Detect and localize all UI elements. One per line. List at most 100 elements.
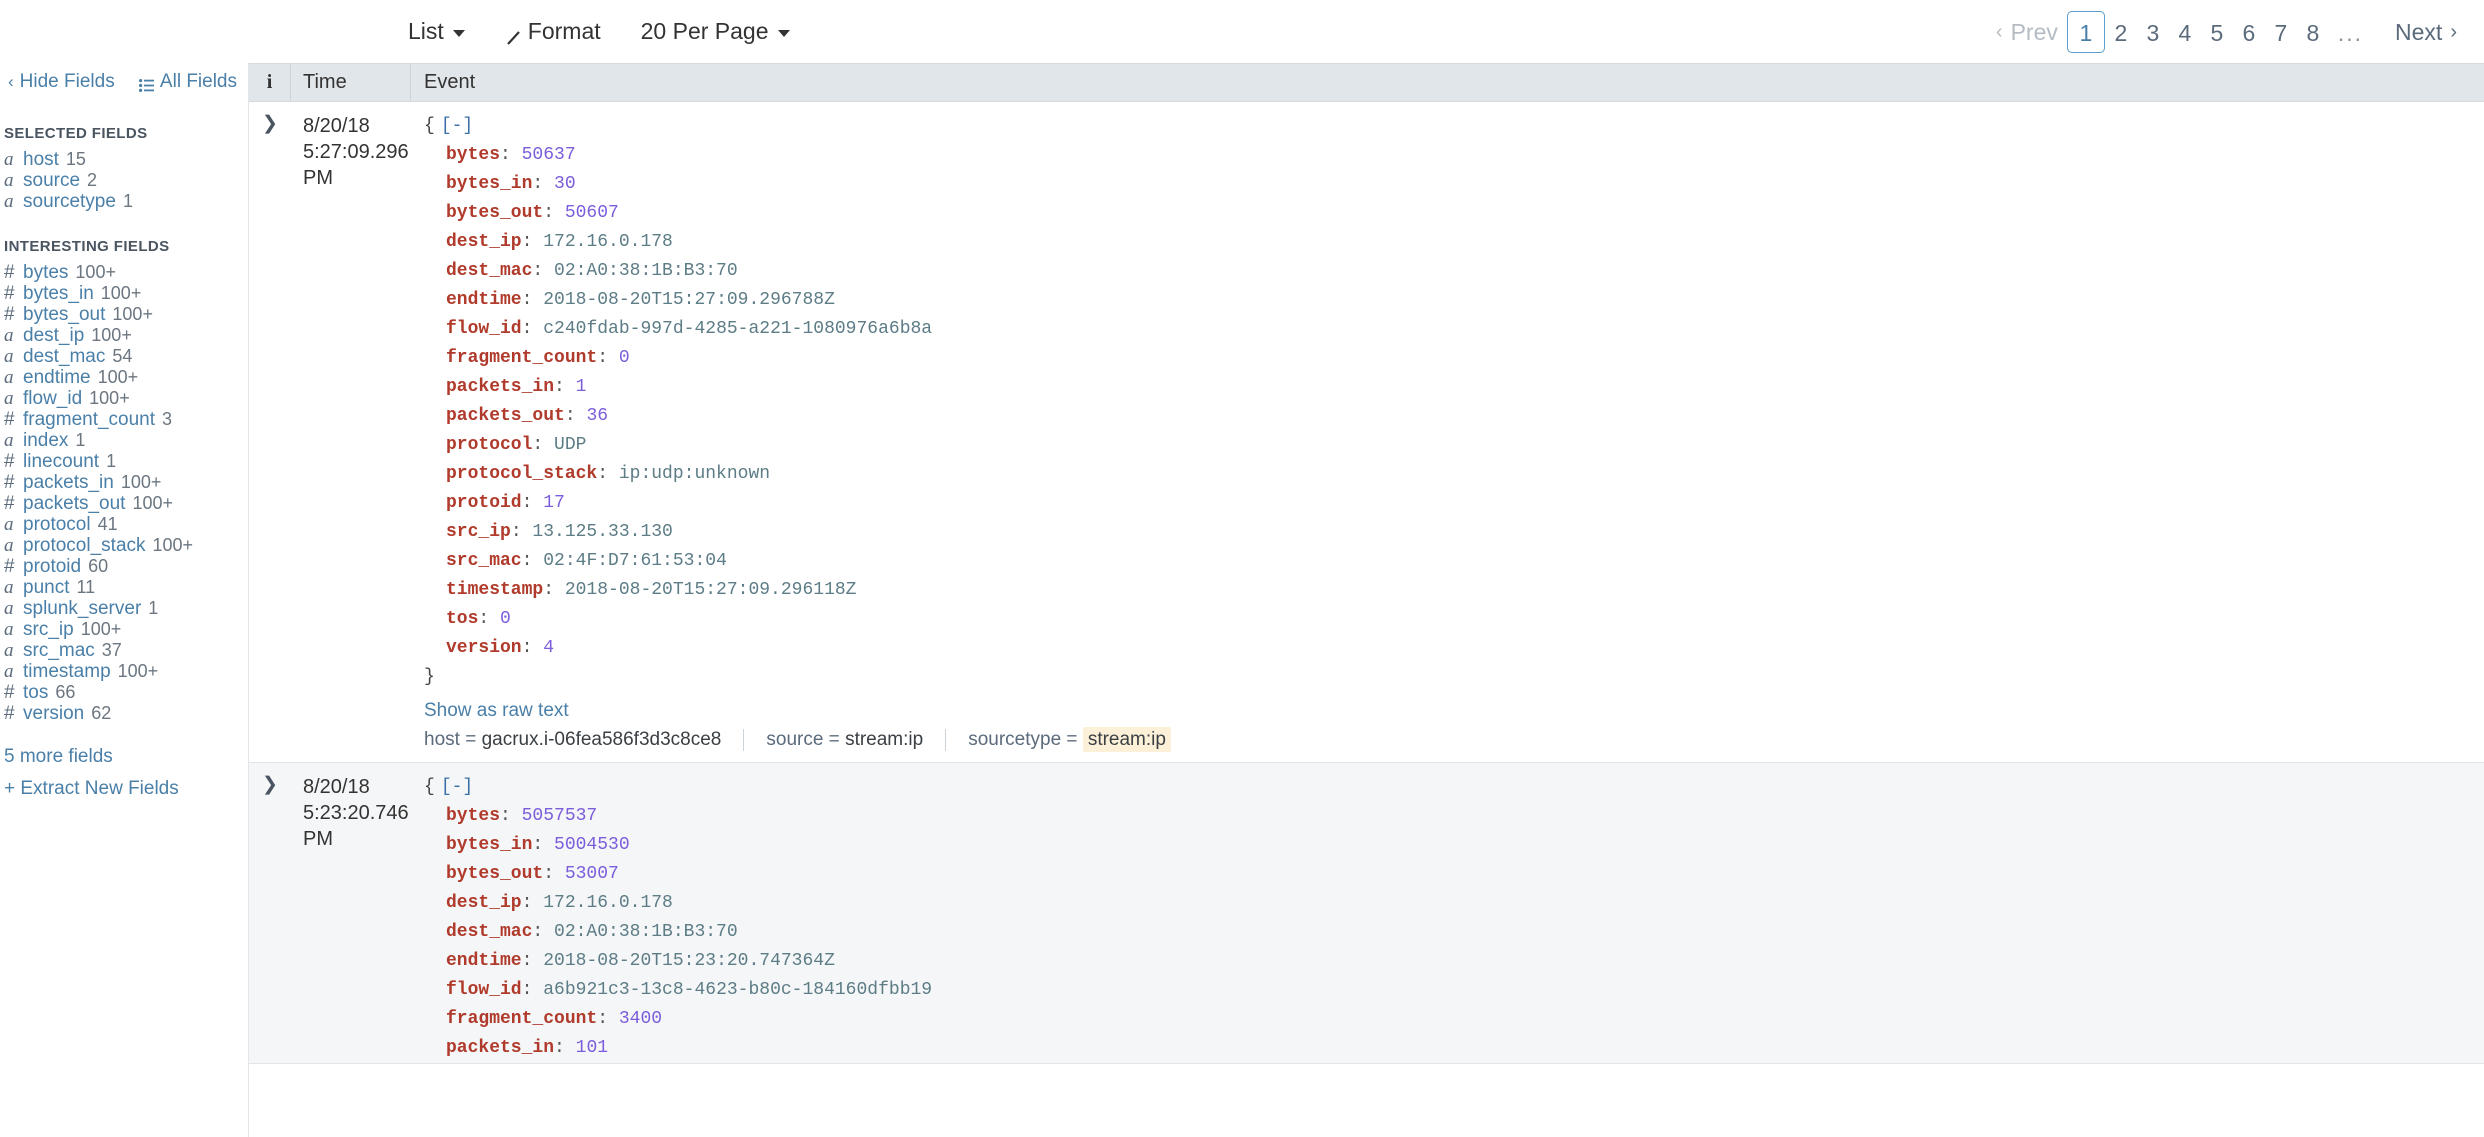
json-field-key[interactable]: bytes_in (446, 174, 532, 194)
json-field-value[interactable]: 2018-08-20T15:23:20.747364Z (543, 951, 835, 971)
json-field-key[interactable]: dest_mac (446, 261, 532, 281)
json-field-key[interactable]: version (446, 638, 522, 658)
json-field-key[interactable]: src_mac (446, 551, 522, 571)
field-item-flow_id[interactable]: a flow_id 100+ (0, 388, 248, 409)
chevron-right-icon[interactable]: ❯ (262, 114, 278, 133)
json-field-value[interactable]: 0 (619, 348, 630, 368)
json-field-key[interactable]: tos (446, 609, 478, 629)
json-field-value[interactable]: 2018-08-20T15:27:09.296118Z (565, 580, 857, 600)
pagination-page-2[interactable]: 2 (2105, 11, 2137, 53)
json-field-value[interactable]: 2018-08-20T15:27:09.296788Z (543, 290, 835, 310)
field-item-endtime[interactable]: a endtime 100+ (0, 367, 248, 388)
pagination-page-6[interactable]: 6 (2233, 11, 2265, 53)
pagination-page-8[interactable]: 8 (2297, 11, 2329, 53)
field-item-bytes[interactable]: # bytes 100+ (0, 262, 248, 283)
show-as-raw-text-link[interactable]: Show as raw text (424, 700, 569, 722)
json-field-key[interactable]: protoid (446, 493, 522, 513)
json-field-value[interactable]: 50607 (565, 203, 619, 223)
json-field-value[interactable]: a6b921c3-13c8-4623-b80c-184160dfbb19 (543, 980, 932, 1000)
field-item-sourcetype[interactable]: a sourcetype 1 (0, 191, 248, 212)
pagination-page-5[interactable]: 5 (2201, 11, 2233, 53)
json-field-key[interactable]: packets_in (446, 1038, 554, 1058)
json-field-value[interactable]: 3400 (619, 1009, 662, 1029)
json-collapse-toggle[interactable]: [-] (441, 116, 473, 136)
field-item-fragment_count[interactable]: # fragment_count 3 (0, 409, 248, 430)
json-field-key[interactable]: flow_id (446, 980, 522, 1000)
format-button[interactable]: Format (505, 18, 601, 45)
field-item-packets_out[interactable]: # packets_out 100+ (0, 493, 248, 514)
field-item-dest_mac[interactable]: a dest_mac 54 (0, 346, 248, 367)
field-item-version[interactable]: # version 62 (0, 703, 248, 724)
field-item-punct[interactable]: a punct 11 (0, 577, 248, 598)
pagination-page-1[interactable]: 1 (2066, 10, 2105, 53)
json-field-key[interactable]: dest_ip (446, 232, 522, 252)
field-item-timestamp[interactable]: a timestamp 100+ (0, 661, 248, 682)
pagination-page-4[interactable]: 4 (2169, 11, 2201, 53)
field-item-splunk_server[interactable]: a splunk_server 1 (0, 598, 248, 619)
field-item-linecount[interactable]: # linecount 1 (0, 451, 248, 472)
hide-fields-button[interactable]: ‹ Hide Fields (8, 71, 115, 93)
extract-new-fields-button[interactable]: + Extract New Fields (4, 778, 248, 800)
json-field-value[interactable]: 53007 (565, 864, 619, 884)
json-field-key[interactable]: protocol (446, 435, 532, 455)
field-item-host[interactable]: a host 15 (0, 149, 248, 170)
field-item-bytes_out[interactable]: # bytes_out 100+ (0, 304, 248, 325)
field-item-protocol_stack[interactable]: a protocol_stack 100+ (0, 535, 248, 556)
field-item-packets_in[interactable]: # packets_in 100+ (0, 472, 248, 493)
json-field-value[interactable]: UDP (554, 435, 586, 455)
chevron-right-icon[interactable]: ❯ (262, 775, 278, 794)
field-item-protoid[interactable]: # protoid 60 (0, 556, 248, 577)
pagination-page-7[interactable]: 7 (2265, 11, 2297, 53)
json-field-key[interactable]: endtime (446, 951, 522, 971)
json-field-value[interactable]: 30 (554, 174, 576, 194)
json-field-value[interactable]: ip:udp:unknown (619, 464, 770, 484)
field-item-source[interactable]: a source 2 (0, 170, 248, 191)
field-item-protocol[interactable]: a protocol 41 (0, 514, 248, 535)
json-field-value[interactable]: 36 (586, 406, 608, 426)
field-item-tos[interactable]: # tos 66 (0, 682, 248, 703)
json-field-value[interactable]: 172.16.0.178 (543, 893, 673, 913)
pagination-prev[interactable]: ‹ Prev (1987, 11, 2067, 53)
json-field-value[interactable]: 02:4F:D7:61:53:04 (543, 551, 727, 571)
json-field-value[interactable]: 50637 (522, 145, 576, 165)
json-field-key[interactable]: timestamp (446, 580, 543, 600)
json-field-value[interactable]: 5004530 (554, 835, 630, 855)
json-field-value[interactable]: 1 (576, 377, 587, 397)
per-page-dropdown[interactable]: 20 Per Page (641, 18, 790, 45)
metadata-source-value[interactable]: stream:ip (845, 729, 923, 750)
json-field-value[interactable]: 172.16.0.178 (543, 232, 673, 252)
json-collapse-toggle[interactable]: [-] (441, 777, 473, 797)
field-item-dest_ip[interactable]: a dest_ip 100+ (0, 325, 248, 346)
json-field-key[interactable]: dest_ip (446, 893, 522, 913)
json-field-key[interactable]: packets_out (446, 406, 565, 426)
more-fields-button[interactable]: 5 more fields (4, 746, 248, 768)
field-item-src_ip[interactable]: a src_ip 100+ (0, 619, 248, 640)
pagination-next[interactable]: Next › (2386, 11, 2466, 53)
pagination-page-3[interactable]: 3 (2137, 11, 2169, 53)
field-item-src_mac[interactable]: a src_mac 37 (0, 640, 248, 661)
json-field-key[interactable]: bytes_out (446, 203, 543, 223)
json-field-key[interactable]: endtime (446, 290, 522, 310)
view-mode-dropdown[interactable]: List (408, 18, 465, 45)
json-field-key[interactable]: fragment_count (446, 348, 597, 368)
metadata-host-value[interactable]: gacrux.i-06fea586f3d3c8ce8 (482, 729, 722, 750)
all-fields-button[interactable]: All Fields (138, 71, 237, 93)
json-field-key[interactable]: protocol_stack (446, 464, 597, 484)
json-field-key[interactable]: bytes (446, 806, 500, 826)
json-field-value[interactable]: 02:A0:38:1B:B3:70 (554, 922, 738, 942)
json-field-value[interactable]: 13.125.33.130 (532, 522, 672, 542)
json-field-key[interactable]: dest_mac (446, 922, 532, 942)
json-field-key[interactable]: packets_in (446, 377, 554, 397)
json-field-value[interactable]: 5057537 (522, 806, 598, 826)
json-field-value[interactable]: 4 (543, 638, 554, 658)
json-field-value[interactable]: 0 (500, 609, 511, 629)
json-field-value[interactable]: 02:A0:38:1B:B3:70 (554, 261, 738, 281)
json-field-key[interactable]: fragment_count (446, 1009, 597, 1029)
field-item-index[interactable]: a index 1 (0, 430, 248, 451)
json-field-key[interactable]: bytes_out (446, 864, 543, 884)
json-field-key[interactable]: flow_id (446, 319, 522, 339)
field-item-bytes_in[interactable]: # bytes_in 100+ (0, 283, 248, 304)
json-field-key[interactable]: src_ip (446, 522, 511, 542)
json-field-value[interactable]: c240fdab-997d-4285-a221-1080976a6b8a (543, 319, 932, 339)
metadata-sourcetype-value[interactable]: stream:ip (1082, 727, 1171, 752)
